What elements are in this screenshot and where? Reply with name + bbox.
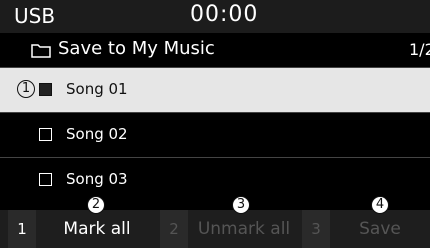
unmark-all-button[interactable]: 2 Unmark all	[160, 210, 300, 248]
song-label: Song 03	[66, 170, 128, 188]
softkey-number: 2	[160, 210, 188, 248]
song-label: Song 02	[66, 125, 128, 143]
callout-1: 1	[17, 80, 35, 98]
source-label: USB	[14, 4, 56, 28]
clock: 00:00	[190, 2, 259, 27]
checkbox-icon[interactable]	[39, 173, 52, 186]
mark-all-button[interactable]: 1 Mark all	[8, 210, 158, 248]
song-label: Song 01	[66, 80, 128, 98]
checkbox-icon[interactable]	[39, 128, 52, 141]
page-title: Save to My Music	[58, 38, 215, 59]
softkey-number: 3	[302, 210, 330, 248]
list-item[interactable]: Song 03	[0, 158, 430, 202]
folder-icon	[31, 44, 51, 58]
softkey-label: Save	[359, 219, 401, 239]
list-item[interactable]: 1 Song 01	[0, 68, 430, 112]
softkey-label: Unmark all	[197, 219, 291, 239]
softkey-label: Mark all	[63, 219, 131, 239]
page-indicator: 1/2	[409, 40, 430, 59]
softkey-number: 1	[8, 210, 36, 248]
checkbox-icon[interactable]	[39, 83, 52, 96]
callout-2: 2	[87, 196, 105, 214]
list-item[interactable]: Song 02	[0, 113, 430, 157]
save-button[interactable]: 3 Save	[302, 210, 430, 248]
callout-3: 3	[232, 196, 250, 214]
callout-4: 4	[371, 196, 389, 214]
